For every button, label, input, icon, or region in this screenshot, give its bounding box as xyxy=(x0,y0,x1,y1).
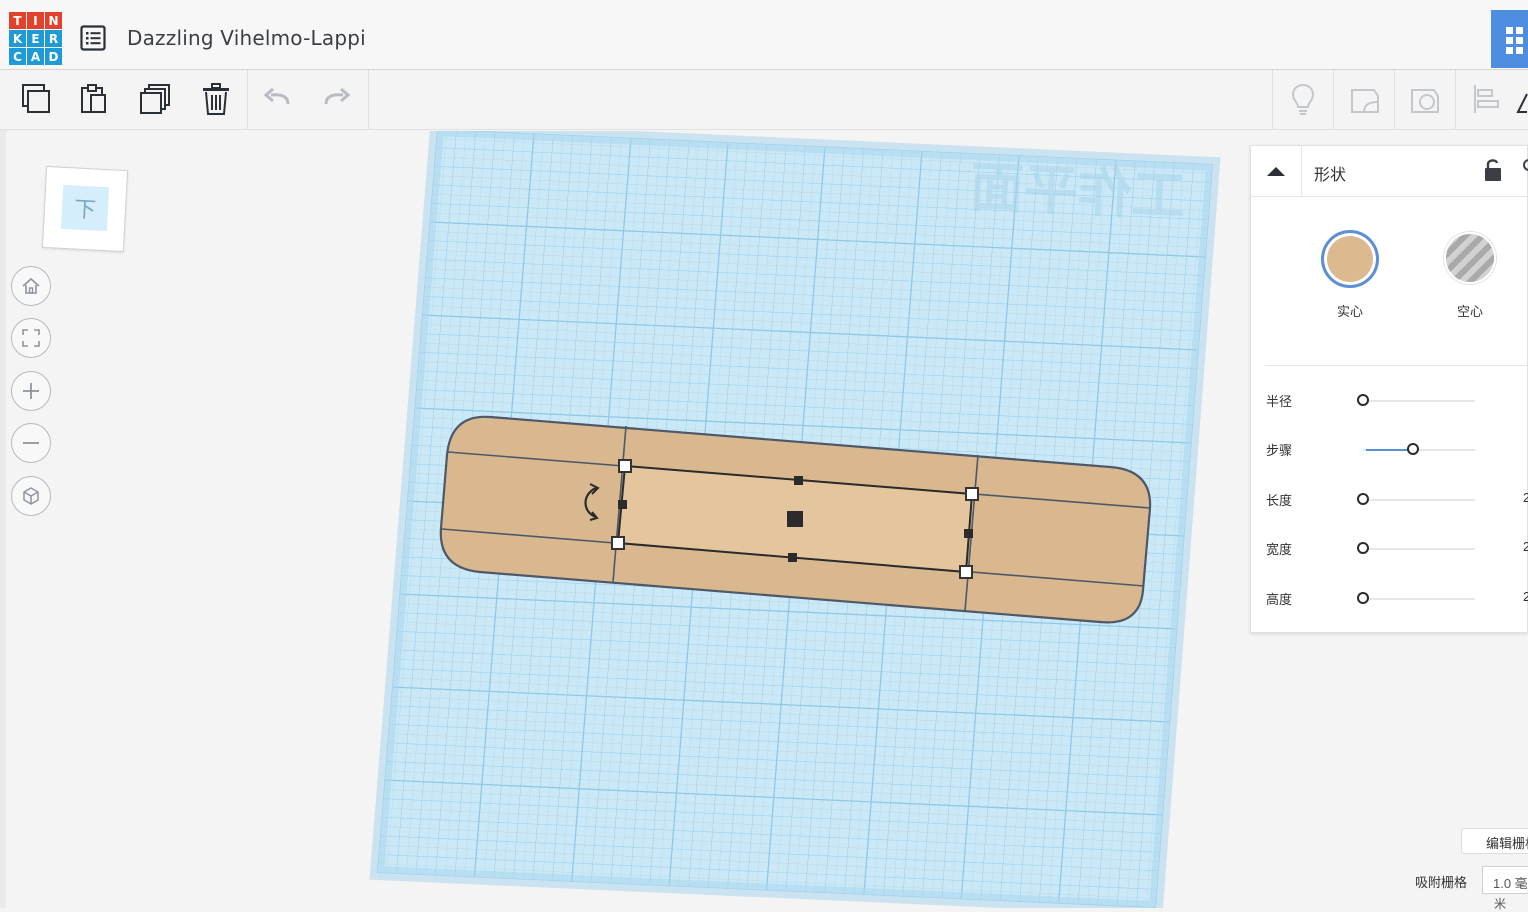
slider-knob[interactable] xyxy=(1407,443,1420,455)
logo-letter: N xyxy=(45,12,62,29)
toolbar xyxy=(0,70,1528,130)
perspective-icon[interactable] xyxy=(11,476,51,516)
logo-letter: E xyxy=(27,30,44,47)
corner-handle[interactable] xyxy=(959,565,973,579)
undo-icon[interactable] xyxy=(259,80,297,118)
lock-icon[interactable] xyxy=(1483,158,1503,187)
toolbar-divider xyxy=(1394,70,1395,130)
logo-letter: C xyxy=(9,48,26,65)
edge-handle[interactable] xyxy=(964,529,973,538)
snap-grid-select[interactable]: 1.0 毫 xyxy=(1482,866,1528,894)
slider-knob[interactable] xyxy=(1357,542,1369,554)
inspector-divider xyxy=(1265,365,1528,366)
hole-label[interactable]: 空心 xyxy=(1440,301,1500,320)
slider-knob[interactable] xyxy=(1357,592,1369,604)
solid-color-swatch[interactable] xyxy=(1321,230,1379,288)
width-label: 宽度 xyxy=(1266,542,1293,557)
view-cube[interactable]: 下 xyxy=(41,165,129,253)
width-value[interactable]: 2 xyxy=(1523,539,1528,554)
copy-icon[interactable] xyxy=(17,80,55,118)
light-icon[interactable] xyxy=(1521,158,1528,182)
paste-icon[interactable] xyxy=(75,80,113,118)
logo-letter: I xyxy=(27,12,44,29)
snap-grid-label: 吸附栅格 xyxy=(1415,875,1468,890)
slider-track[interactable] xyxy=(1363,548,1475,550)
zoom-in-icon[interactable] xyxy=(11,371,51,411)
height-value[interactable]: 2 xyxy=(1523,589,1528,604)
align-icon[interactable] xyxy=(1467,80,1505,118)
slider-track[interactable] xyxy=(1363,499,1475,501)
tinkercad-logo[interactable]: TIN KER CAD xyxy=(9,12,63,66)
flip-icon[interactable] xyxy=(1514,80,1528,118)
slider-track[interactable] xyxy=(1363,598,1475,600)
slider-track[interactable] xyxy=(1363,400,1475,402)
toolbar-divider xyxy=(247,70,248,130)
logo-letter: K xyxy=(9,30,26,47)
slider-knob[interactable] xyxy=(1357,493,1369,505)
corner-handle[interactable] xyxy=(618,459,632,473)
duplicate-icon[interactable] xyxy=(136,80,174,118)
toolbar-divider xyxy=(1272,70,1273,130)
steps-label: 步骤 xyxy=(1266,443,1293,458)
shape-inspector: 形状 实心 空心 半径 步骤 长度 宽度 高度 2 2 2 xyxy=(1250,145,1528,633)
fit-view-icon[interactable] xyxy=(11,318,51,358)
logo-letter: D xyxy=(45,48,62,65)
toolbar-divider xyxy=(1333,70,1334,130)
slider-fill xyxy=(1366,449,1414,451)
toolbar-divider xyxy=(1455,70,1456,130)
inspector-header: 形状 xyxy=(1251,146,1528,197)
slider-knob[interactable] xyxy=(1357,394,1369,406)
solid-label[interactable]: 实心 xyxy=(1320,301,1380,320)
collapse-inspector-icon[interactable] xyxy=(1251,146,1302,196)
comment-icon[interactable] xyxy=(1406,80,1444,118)
logo-letter: R xyxy=(45,30,62,47)
workplane-watermark: 工作平面 xyxy=(969,156,1188,228)
length-label: 长度 xyxy=(1266,493,1293,508)
home-view-icon[interactable] xyxy=(11,266,51,306)
hole-swatch[interactable] xyxy=(1444,232,1496,284)
edge-handle[interactable] xyxy=(794,476,803,485)
edge-handle[interactable] xyxy=(788,553,797,562)
radius-label: 半径 xyxy=(1266,394,1293,409)
delete-icon[interactable] xyxy=(197,80,235,118)
edit-grid-button[interactable]: 编辑栅格 xyxy=(1461,828,1528,854)
apps-grid-icon[interactable] xyxy=(1491,10,1528,68)
corner-handle[interactable] xyxy=(611,536,625,550)
toolbar-divider xyxy=(368,70,369,130)
logo-letter: T xyxy=(9,12,26,29)
inspector-title: 形状 xyxy=(1314,167,1347,184)
title-bar: TIN KER CAD Dazzling Vihelmo-Lappi xyxy=(0,0,1528,70)
design-menu-icon[interactable] xyxy=(80,25,106,51)
view-cube-face[interactable]: 下 xyxy=(60,184,110,232)
corner-handle[interactable] xyxy=(965,487,979,501)
zoom-out-icon[interactable] xyxy=(11,423,51,463)
redo-icon[interactable] xyxy=(317,80,355,118)
note-icon[interactable] xyxy=(1346,80,1384,118)
edge-handle[interactable] xyxy=(618,500,627,509)
snap-grid-unit: 米 xyxy=(1494,897,1507,911)
logo-letter: A xyxy=(27,48,44,65)
height-handle[interactable] xyxy=(787,511,803,527)
light-bulb-icon[interactable] xyxy=(1284,80,1322,118)
length-value[interactable]: 2 xyxy=(1523,490,1528,505)
document-title[interactable]: Dazzling Vihelmo-Lappi xyxy=(127,26,366,50)
height-label: 高度 xyxy=(1266,592,1293,607)
